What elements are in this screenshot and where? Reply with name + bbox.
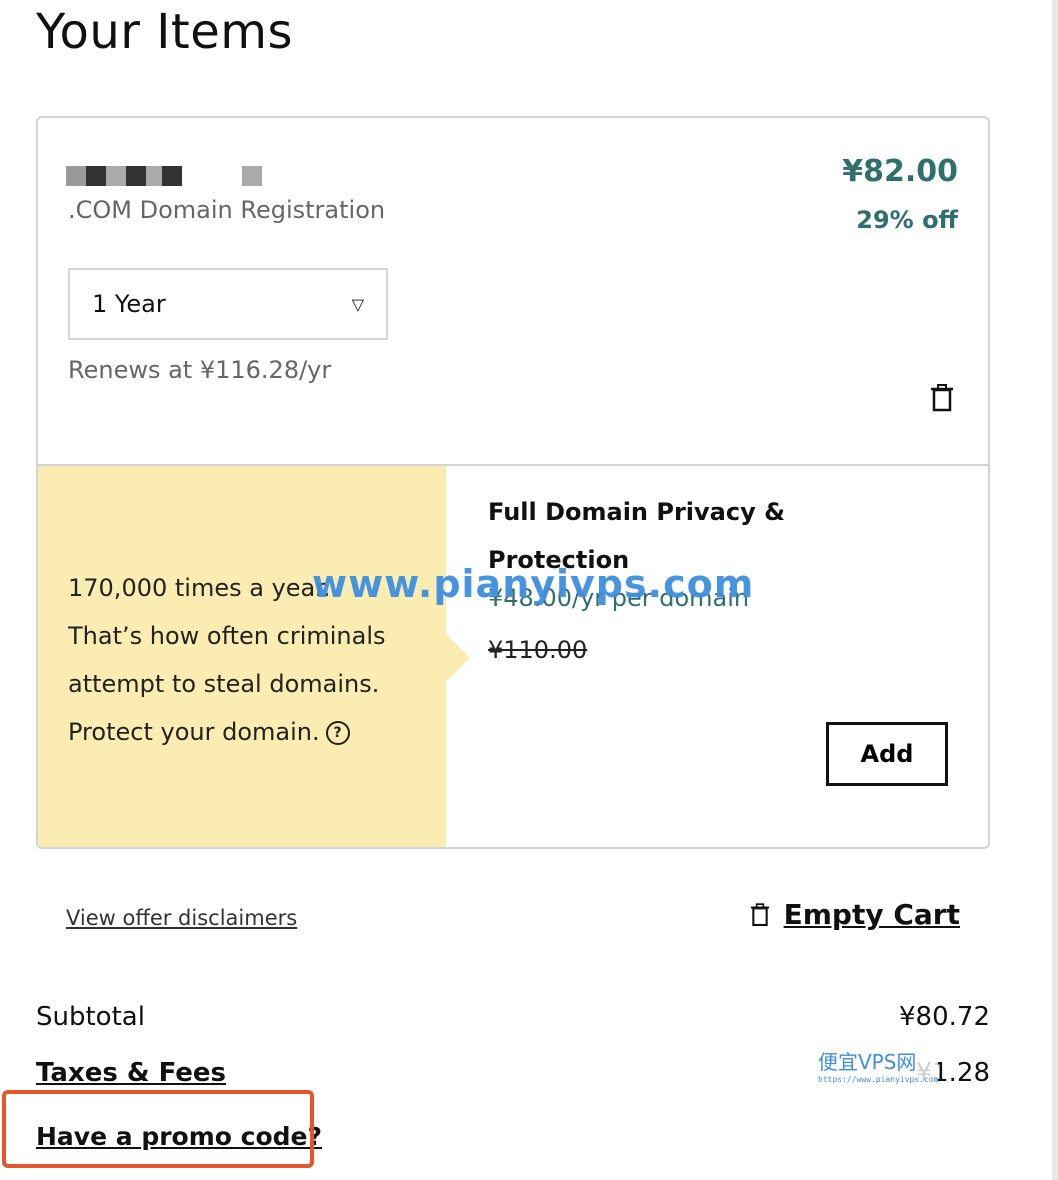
add-privacy-button[interactable]: Add <box>826 722 948 786</box>
subtotal-row: Subtotal ¥80.72 <box>36 1002 990 1032</box>
promo-line: That’s how often criminals <box>68 622 386 650</box>
highlight-box <box>2 1090 314 1168</box>
trash-icon <box>750 902 769 926</box>
item-price: ¥82.00 <box>842 154 958 189</box>
scrollbar[interactable] <box>1052 0 1058 1180</box>
watermark-logo: 便宜VPS网 https://www.pianyivps.com <box>818 1046 939 1084</box>
privacy-promo-panel: 170,000 times a year. That’s how often c… <box>38 466 470 847</box>
subtotal-value: ¥80.72 <box>899 1002 990 1032</box>
chevron-down-icon: ▽ <box>351 294 364 314</box>
addon-original-price: ¥110.00 <box>488 636 588 664</box>
subtotal-label: Subtotal <box>36 1002 145 1032</box>
discount-badge: 29% off <box>856 206 958 234</box>
redacted-domain-name <box>66 166 262 186</box>
term-select[interactable]: 1 Year ▽ <box>68 268 388 340</box>
empty-cart-label: Empty Cart <box>783 898 960 931</box>
taxes-link[interactable]: Taxes & Fees <box>36 1058 226 1088</box>
term-value: 1 Year <box>92 290 166 318</box>
product-name: .COM Domain Registration <box>68 196 386 224</box>
promo-line: Protect your domain. <box>68 718 320 746</box>
watermark: www.pianyivps.com <box>312 562 755 606</box>
renewal-price: Renews at ¥116.28/yr <box>68 356 332 384</box>
trash-icon[interactable] <box>930 384 954 412</box>
empty-cart-button[interactable]: Empty Cart <box>750 898 960 931</box>
cart-item-card: .COM Domain Registration ¥82.00 29% off … <box>36 116 990 849</box>
promo-line: attempt to steal domains. <box>68 670 380 698</box>
page-title: Your Items <box>36 4 293 60</box>
help-icon[interactable]: ? <box>325 721 350 745</box>
view-disclaimers-link[interactable]: View offer disclaimers <box>66 906 297 930</box>
